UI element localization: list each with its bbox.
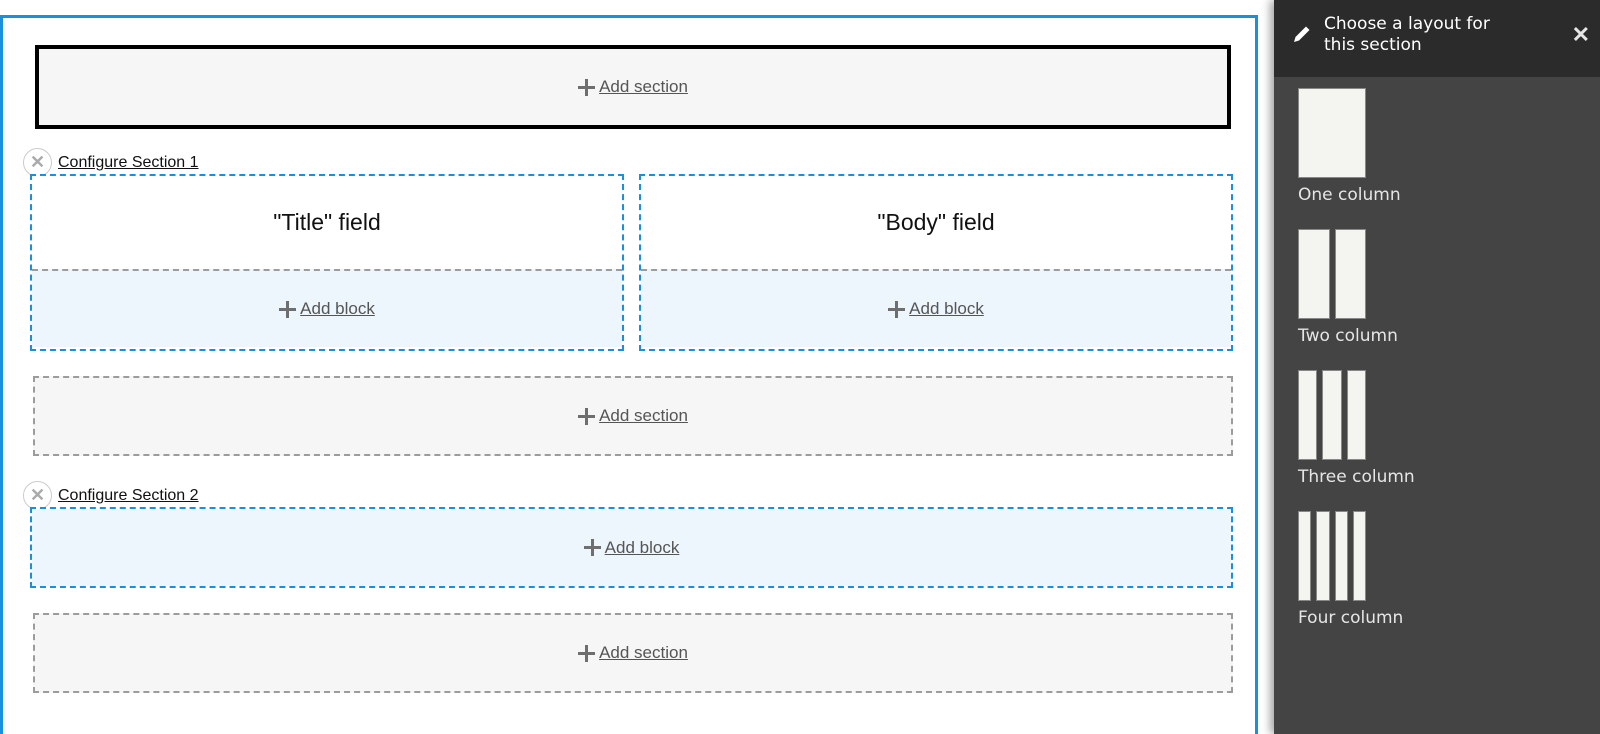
add-section-area-middle: Add section bbox=[33, 376, 1233, 456]
add-block-area: Add block bbox=[32, 269, 622, 347]
layout-label: One column bbox=[1298, 185, 1401, 205]
add-block-area: Add block bbox=[641, 269, 1231, 347]
layout-label: Two column bbox=[1298, 326, 1398, 346]
add-section-label: Add section bbox=[599, 406, 688, 425]
section-1-region-second: "Body" field Add block bbox=[639, 174, 1233, 351]
title-field-block[interactable]: "Title" field bbox=[32, 176, 622, 269]
layout-option-four-column[interactable]: Four column bbox=[1298, 511, 1600, 628]
plus-icon bbox=[888, 300, 906, 318]
off-canvas-header: Choose a layout for this section ✕ bbox=[1274, 0, 1600, 77]
plus-icon bbox=[279, 300, 297, 318]
add-block-label: Add block bbox=[300, 299, 375, 318]
off-canvas-title: Choose a layout for this section bbox=[1324, 14, 1490, 55]
configure-section-2-link[interactable]: Configure Section 2 bbox=[58, 487, 199, 505]
three-column-icon bbox=[1298, 370, 1366, 460]
body-field-block[interactable]: "Body" field bbox=[641, 176, 1231, 269]
section-1-region-first: "Title" field Add block bbox=[30, 174, 624, 351]
plus-icon bbox=[583, 539, 601, 556]
layout-option-one-column[interactable]: One column bbox=[1298, 88, 1600, 205]
add-section-link[interactable]: Add section bbox=[578, 77, 688, 97]
add-block-link[interactable]: Add block bbox=[279, 299, 375, 319]
add-section-label: Add section bbox=[599, 643, 688, 662]
section-2-controls: ✕ Configure Section 2 bbox=[23, 481, 199, 510]
layout-label: Four column bbox=[1298, 608, 1404, 628]
add-block-label: Add block bbox=[909, 299, 984, 318]
section-1-controls: ✕ Configure Section 1 bbox=[23, 148, 199, 177]
off-canvas-dialog: Choose a layout for this section ✕ One c… bbox=[1274, 0, 1600, 734]
one-column-icon bbox=[1298, 88, 1366, 178]
add-section-area-bottom: Add section bbox=[33, 613, 1233, 693]
add-section-area-top: Add section bbox=[35, 45, 1231, 129]
add-section-link[interactable]: Add section bbox=[578, 643, 688, 663]
layout-label: Three column bbox=[1298, 467, 1415, 487]
four-column-icon bbox=[1298, 511, 1366, 601]
remove-section-1-button[interactable]: ✕ bbox=[23, 148, 52, 177]
two-column-icon bbox=[1298, 229, 1366, 319]
close-icon: ✕ bbox=[29, 152, 46, 172]
remove-section-2-button[interactable]: ✕ bbox=[23, 481, 52, 510]
layout-option-two-column[interactable]: Two column bbox=[1298, 229, 1600, 346]
add-section-label: Add section bbox=[599, 77, 688, 96]
close-dialog-button[interactable]: ✕ bbox=[1572, 22, 1590, 48]
plus-icon bbox=[578, 644, 596, 662]
layout-builder-canvas: Add section ✕ Configure Section 1 "Title… bbox=[0, 15, 1258, 734]
add-block-area: Add block bbox=[32, 509, 1231, 586]
add-block-link[interactable]: Add block bbox=[583, 537, 680, 558]
close-icon: ✕ bbox=[29, 485, 46, 505]
add-block-link[interactable]: Add block bbox=[888, 299, 984, 319]
pencil-icon bbox=[1292, 24, 1312, 49]
section-2-region: Add block bbox=[30, 507, 1233, 588]
layout-option-three-column[interactable]: Three column bbox=[1298, 370, 1600, 487]
plus-icon bbox=[578, 407, 596, 425]
plus-icon bbox=[578, 78, 596, 96]
configure-section-1-link[interactable]: Configure Section 1 bbox=[58, 154, 199, 172]
add-block-label: Add block bbox=[604, 537, 680, 557]
layout-list: One column Two column Three column Four … bbox=[1274, 77, 1600, 628]
add-section-link[interactable]: Add section bbox=[578, 406, 688, 426]
